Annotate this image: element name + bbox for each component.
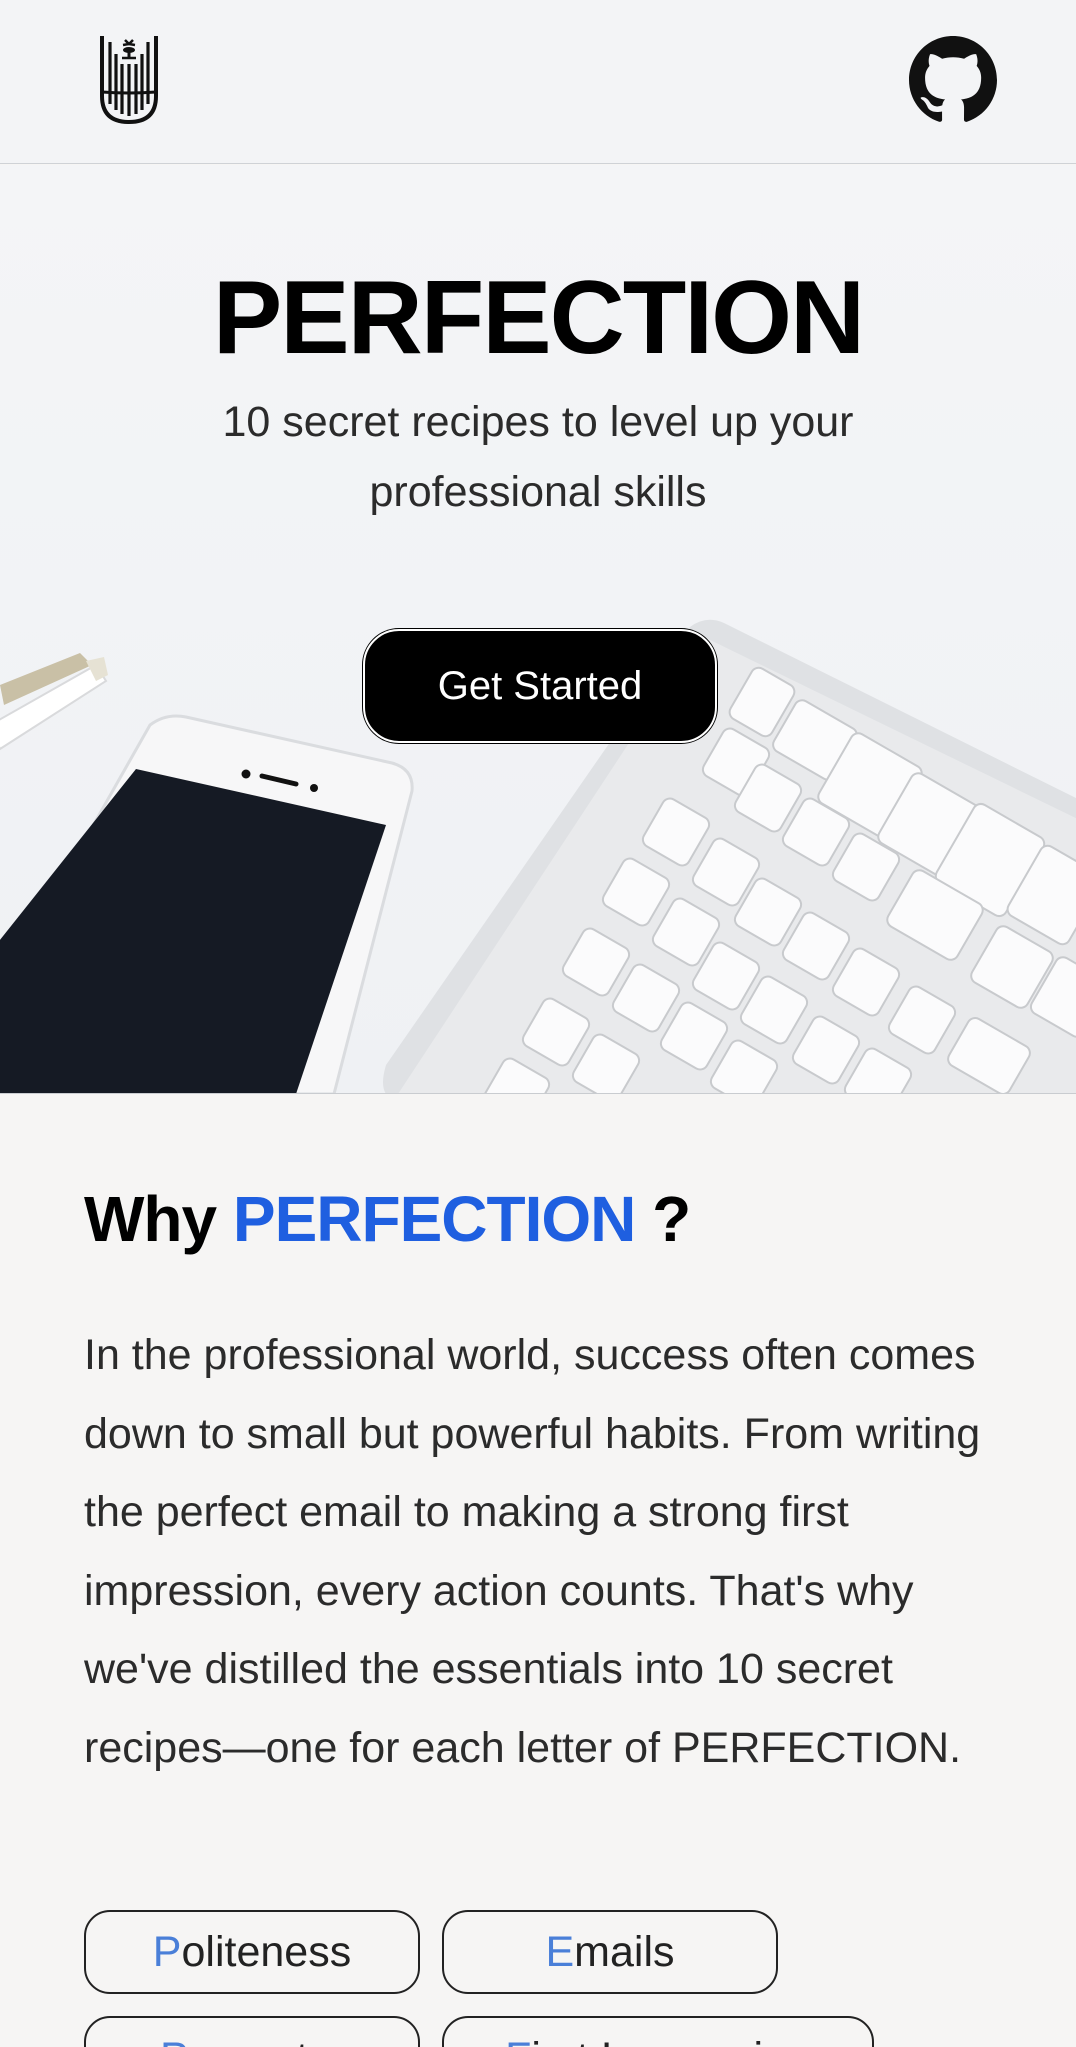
chip-initial: P xyxy=(160,2034,189,2047)
why-title-accent: PERFECTION xyxy=(232,1183,636,1255)
chip-initial: P xyxy=(152,1927,182,1976)
why-title-suffix: ? xyxy=(652,1183,691,1255)
why-title-prefix: Why xyxy=(84,1183,217,1255)
hero-title: PERFECTION xyxy=(212,260,865,376)
top-bar xyxy=(0,0,1076,164)
chip-label: oliteness xyxy=(181,1927,352,1976)
phone-illustration xyxy=(0,714,414,1093)
chip-label: resent... xyxy=(189,2034,344,2047)
get-started-button[interactable]: Get Started xyxy=(363,629,717,743)
hero-section: PERFECTION 10 secret recipes to level up… xyxy=(0,165,1076,1094)
chip-present[interactable]: Present... xyxy=(84,2016,420,2047)
page: PERFECTION 10 secret recipes to level up… xyxy=(0,0,1076,2047)
logo-icon[interactable] xyxy=(96,34,162,126)
why-body-text: In the professional world, success often… xyxy=(84,1331,981,1772)
why-title: Why PERFECTION ? xyxy=(84,1182,691,1256)
chip-initial: F xyxy=(505,2034,531,2047)
github-icon[interactable] xyxy=(909,36,997,124)
hero-subtitle: 10 secret recipes to level up your profe… xyxy=(222,398,854,516)
chip-label: mails xyxy=(574,1927,675,1976)
chip-initial: E xyxy=(545,1927,575,1976)
chip-emails[interactable]: Emails xyxy=(442,1910,778,1994)
pen-illustration xyxy=(0,653,108,751)
chip-label: irst Impression xyxy=(531,2034,811,2047)
chip-politeness[interactable]: Politeness xyxy=(84,1910,420,1994)
chip-first-impression[interactable]: First Impression xyxy=(442,2016,874,2047)
